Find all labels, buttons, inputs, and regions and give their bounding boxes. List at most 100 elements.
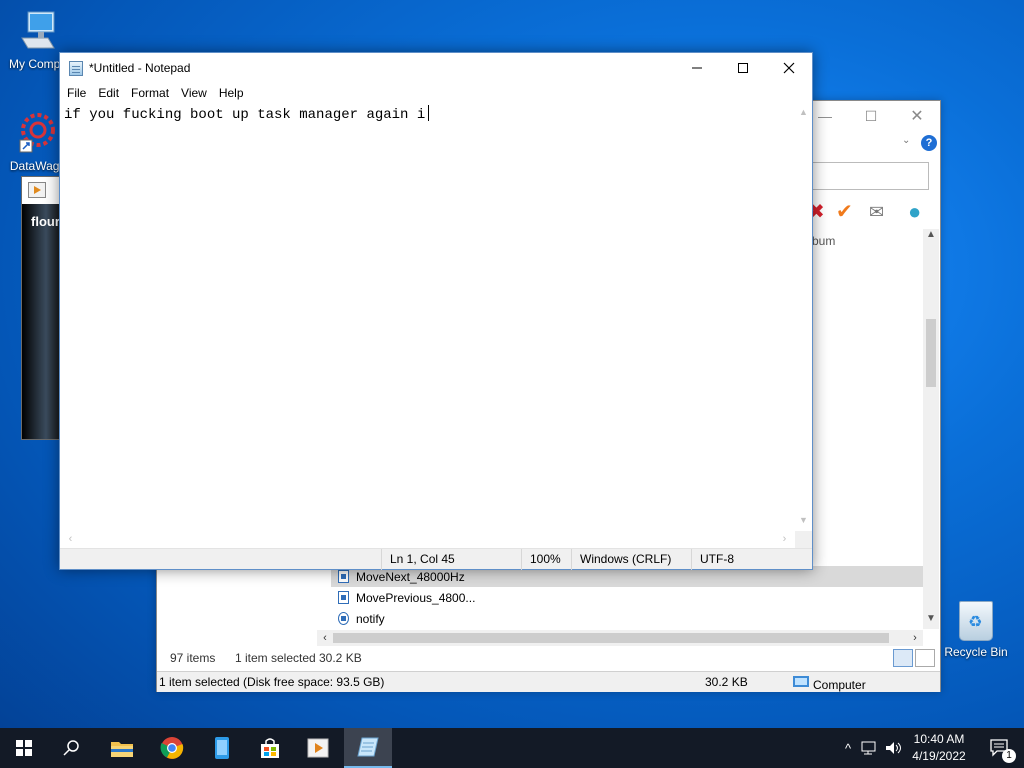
taskbar-notepad[interactable] bbox=[344, 728, 392, 768]
media-player-window[interactable]: flouri bbox=[21, 176, 64, 440]
encoding: UTF-8 bbox=[691, 549, 734, 570]
file-name: MoveNext_48000Hz bbox=[356, 569, 465, 584]
chevron-down-icon[interactable]: ⌄ bbox=[902, 135, 910, 146]
clock-time: 10:40 AM bbox=[913, 732, 965, 746]
taskbar-phone-app[interactable] bbox=[198, 728, 246, 768]
media-player-icon bbox=[307, 738, 329, 758]
explorer-close-button[interactable]: ✕ bbox=[894, 101, 940, 131]
system-tray: ^ bbox=[838, 728, 904, 768]
desktop-icon-recycle-bin[interactable]: Recycle Bin bbox=[940, 601, 1012, 659]
taskbar: ^ 10:40 AM 4/19/2022 1 bbox=[0, 728, 1024, 768]
taskbar-file-explorer[interactable] bbox=[98, 728, 146, 768]
scroll-thumb[interactable] bbox=[926, 319, 936, 387]
menu-edit[interactable]: Edit bbox=[92, 86, 125, 100]
search-button[interactable] bbox=[48, 728, 96, 768]
scroll-up-icon[interactable]: ▲ bbox=[795, 107, 812, 117]
help-icon[interactable]: ? bbox=[921, 135, 937, 151]
minimize-icon bbox=[692, 67, 702, 69]
cursor-position: Ln 1, Col 45 bbox=[381, 549, 455, 570]
notepad-status-bar: Ln 1, Col 45 100% Windows (CRLF) UTF-8 bbox=[60, 548, 812, 570]
taskbar-media-player[interactable] bbox=[294, 728, 342, 768]
disk-space-text: 1 item selected (Disk free space: 93.5 G… bbox=[159, 675, 385, 689]
selection-count: 1 item selected bbox=[235, 651, 316, 665]
file-row[interactable]: MovePrevious_4800... bbox=[331, 587, 923, 608]
audio-file-icon bbox=[338, 570, 349, 583]
selection-size: 30.2 KB bbox=[319, 651, 362, 665]
show-hidden-icons-icon[interactable]: ^ bbox=[838, 741, 858, 756]
thumbnail-view-button[interactable] bbox=[915, 649, 935, 667]
notepad-title-bar[interactable]: *Untitled - Notepad bbox=[60, 53, 812, 83]
notepad-window[interactable]: *Untitled - Notepad File Edit Format Vie… bbox=[59, 52, 813, 570]
clock-date: 4/19/2022 bbox=[912, 749, 966, 763]
location: Computer bbox=[793, 675, 866, 692]
computer-icon bbox=[21, 11, 55, 49]
computer-icon bbox=[793, 676, 809, 687]
clock[interactable]: 10:40 AM 4/19/2022 bbox=[904, 731, 974, 765]
menu-view[interactable]: View bbox=[175, 86, 213, 100]
explorer-bottom-status: 1 item selected (Disk free space: 93.5 G… bbox=[157, 671, 940, 692]
player-content: flouri bbox=[22, 204, 64, 439]
file-name: notify bbox=[356, 611, 385, 626]
scroll-left-icon[interactable]: ‹ bbox=[317, 630, 333, 646]
window-title: *Untitled - Notepad bbox=[89, 61, 191, 75]
desktop-icon-label: Recycle Bin bbox=[944, 645, 1008, 659]
editor-content: if you fucking boot up task manager agai… bbox=[64, 107, 426, 123]
column-header-album[interactable]: bum bbox=[812, 234, 835, 248]
volume-icon[interactable] bbox=[884, 740, 904, 756]
notification-count-badge: 1 bbox=[1002, 749, 1016, 763]
close-icon bbox=[783, 62, 795, 74]
envelope-icon[interactable]: ✉ bbox=[869, 201, 884, 223]
menu-help[interactable]: Help bbox=[213, 86, 250, 100]
notepad-icon bbox=[357, 737, 379, 757]
scroll-right-icon[interactable]: › bbox=[907, 630, 923, 646]
menu-format[interactable]: Format bbox=[125, 86, 175, 100]
maximize-button[interactable] bbox=[720, 53, 766, 83]
scroll-right-icon[interactable]: › bbox=[776, 533, 793, 545]
notification-button[interactable]: 1 bbox=[976, 728, 1024, 768]
explorer-maximize-button[interactable]: ☐ bbox=[848, 101, 894, 131]
menu-bar: File Edit Format View Help bbox=[60, 83, 812, 103]
minimize-button[interactable] bbox=[674, 53, 720, 83]
search-box[interactable] bbox=[812, 162, 929, 190]
text-caret bbox=[428, 105, 430, 121]
phone-icon bbox=[215, 737, 229, 759]
shell-icon[interactable]: ● bbox=[908, 201, 921, 223]
file-name: MovePrevious_4800... bbox=[356, 590, 476, 605]
menu-file[interactable]: File bbox=[61, 86, 92, 100]
media-player-icon bbox=[28, 182, 46, 198]
editor-vertical-scrollbar[interactable]: ▲ ▼ bbox=[795, 103, 812, 531]
close-button[interactable] bbox=[766, 53, 812, 83]
folder-icon bbox=[111, 742, 133, 757]
details-view-button[interactable] bbox=[893, 649, 913, 667]
scroll-up-icon[interactable]: ▲ bbox=[923, 229, 939, 240]
bottom-size: 30.2 KB bbox=[705, 675, 748, 689]
editor-horizontal-scrollbar[interactable]: ‹ › bbox=[60, 531, 795, 548]
store-icon bbox=[261, 738, 279, 758]
taskbar-store[interactable] bbox=[246, 728, 294, 768]
start-button[interactable] bbox=[0, 728, 48, 768]
explorer-vertical-scrollbar[interactable]: ▲ ▼ bbox=[923, 229, 939, 629]
line-ending: Windows (CRLF) bbox=[571, 549, 671, 570]
text-editor[interactable]: if you fucking boot up task manager agai… bbox=[60, 103, 795, 531]
checkmark-icon[interactable]: ✔ bbox=[836, 201, 853, 223]
explorer-horizontal-scrollbar[interactable]: ‹ › bbox=[317, 630, 923, 646]
network-icon[interactable] bbox=[860, 740, 880, 756]
chrome-icon bbox=[160, 737, 184, 759]
settings-file-icon bbox=[338, 612, 349, 625]
search-icon bbox=[63, 740, 79, 756]
gear-shortcut-icon bbox=[19, 113, 55, 153]
scroll-down-icon[interactable]: ▼ bbox=[795, 515, 812, 525]
notepad-icon bbox=[69, 61, 83, 76]
windows-logo-icon bbox=[16, 740, 32, 756]
explorer-status-bar: 97 items 1 item selected 30.2 KB bbox=[157, 647, 940, 669]
zoom-level: 100% bbox=[521, 549, 561, 570]
scroll-down-icon[interactable]: ▼ bbox=[923, 613, 939, 624]
taskbar-chrome[interactable] bbox=[148, 728, 196, 768]
player-title-bar[interactable] bbox=[22, 177, 62, 203]
file-row[interactable]: notify bbox=[331, 608, 923, 629]
recycle-bin-icon bbox=[959, 601, 993, 641]
item-count: 97 items bbox=[170, 651, 216, 665]
scroll-thumb[interactable] bbox=[333, 633, 889, 643]
scroll-left-icon[interactable]: ‹ bbox=[62, 533, 79, 545]
location-text: Computer bbox=[813, 678, 866, 692]
